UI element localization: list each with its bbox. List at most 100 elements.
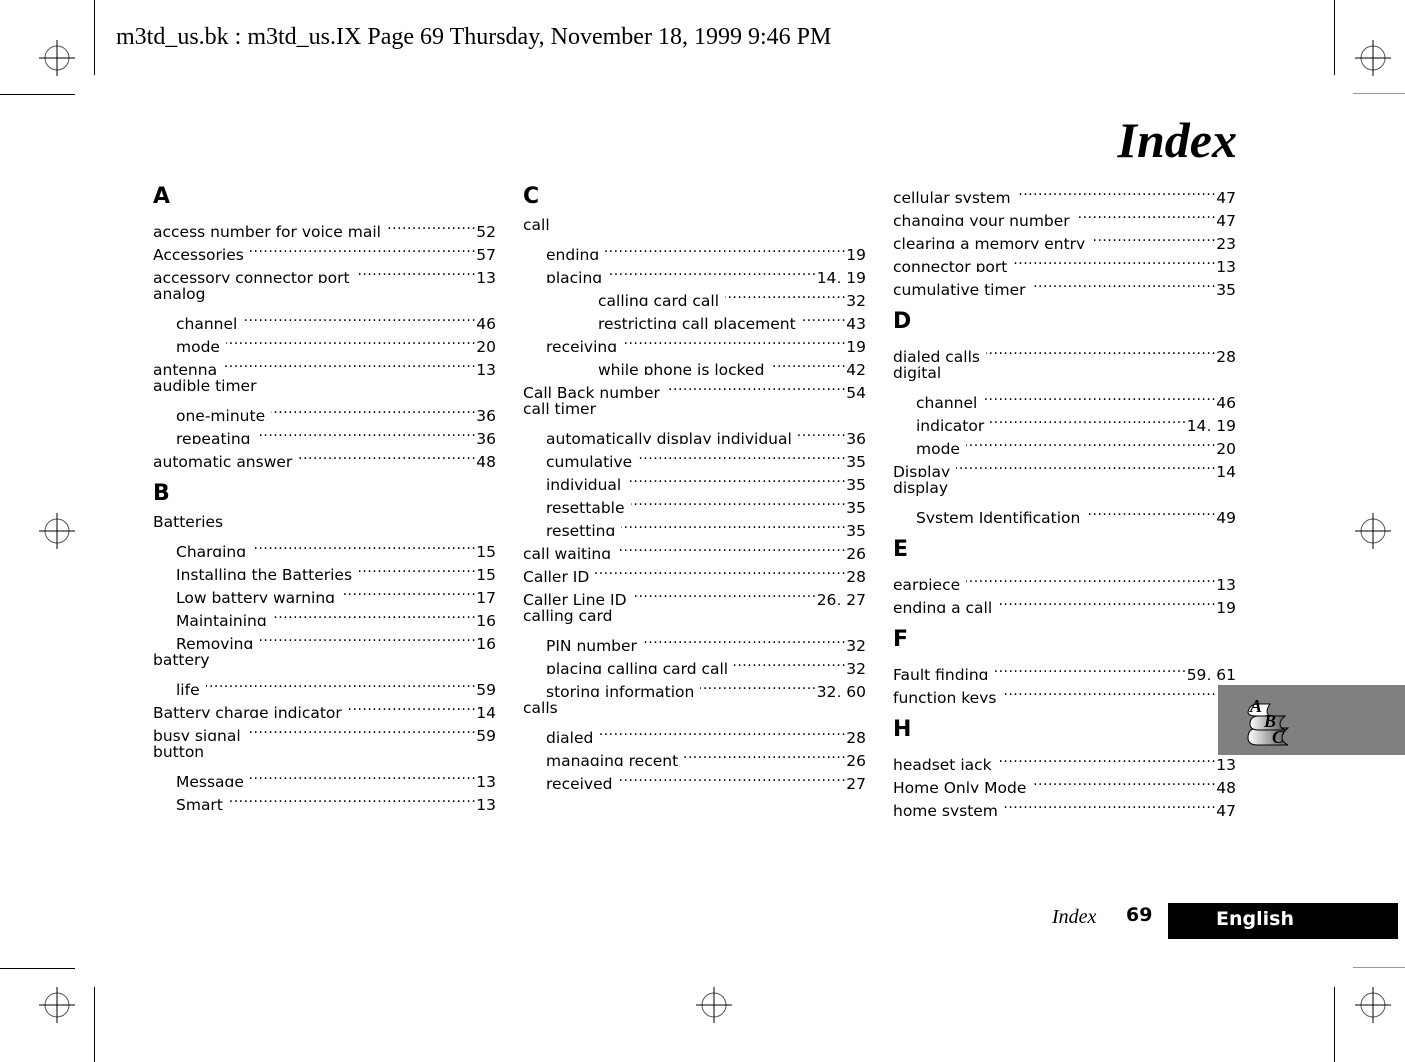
dot-leader [966, 431, 1216, 454]
page-reference: 14 [476, 704, 496, 718]
dot-leader [684, 743, 846, 766]
index-entry: call [523, 214, 866, 237]
page-reference: 46 [1216, 394, 1236, 408]
index-term: resetting [546, 522, 616, 536]
section-letter: B [153, 481, 170, 506]
index-term: one-minute [176, 407, 266, 421]
index-entry: received 27 [523, 766, 866, 789]
index-term: placing calling card call [546, 660, 729, 674]
index-term: home system [893, 802, 998, 816]
index-term: Installing the Batteries [176, 566, 353, 580]
index-entry: changing your number 47 [893, 203, 1236, 226]
page-reference: 32, 60 [816, 683, 866, 697]
page-reference: 23 [1216, 235, 1236, 249]
index-entry: access number for voice mail 52 [153, 214, 496, 237]
dot-leader [358, 557, 476, 580]
crop-mark-bottom-left-vertical [94, 987, 95, 1062]
dot-leader [273, 603, 477, 626]
index-entry: automatic answer 48 [153, 444, 496, 467]
page-reference: 19 [846, 338, 866, 352]
page-reference: 14, 19 [816, 269, 866, 283]
index-term: battery [153, 651, 210, 669]
index-entry: accessory connector port 13 [153, 260, 496, 283]
dot-leader [983, 385, 1216, 408]
index-entry: Charging 15 [153, 534, 496, 557]
page-reference: 32 [846, 660, 866, 674]
index-term: dialed [546, 729, 594, 743]
index-term: analog [153, 285, 206, 303]
registration-mark-icon [39, 513, 75, 549]
page-reference: 13 [1216, 756, 1236, 770]
dot-leader [990, 408, 1186, 431]
dot-leader [605, 237, 846, 260]
dot-leader [348, 695, 476, 718]
index-entry: Caller Line ID 26, 27 [523, 582, 866, 605]
page-reference: 36 [846, 430, 866, 444]
index-term: access number for voice mail [153, 223, 381, 237]
dot-leader [223, 352, 476, 375]
index-entry: Display 14 [893, 454, 1236, 477]
index-entry: while phone is locked 42 [523, 352, 866, 375]
index-entry: button [153, 741, 496, 764]
index-term: accessory connector port [153, 269, 350, 283]
index-term: resettable [546, 499, 625, 513]
index-term: restricting call placement [598, 315, 796, 329]
index-term: dialed calls [893, 348, 980, 362]
index-entry: indicator 14, 19 [893, 408, 1236, 431]
page-reference: 19 [846, 246, 866, 260]
index-entry: PIN number 32 [523, 628, 866, 651]
page-reference: 35 [846, 453, 866, 467]
index-entry: Message 13 [153, 764, 496, 787]
dot-leader [271, 398, 476, 421]
page-reference: 13 [1216, 258, 1236, 272]
page-reference: 13 [476, 269, 496, 283]
index-entry: individual 35 [523, 467, 866, 490]
page-reference: 52 [476, 223, 496, 237]
index-entry: placing 14, 19 [523, 260, 866, 283]
index-entry: ending a call 19 [893, 590, 1236, 613]
page-reference: 13 [476, 796, 496, 810]
registration-mark-icon [1355, 987, 1391, 1023]
index-entry: Installing the Batteries 15 [153, 557, 496, 580]
index-term: digital [893, 364, 942, 382]
page-reference: 19 [1216, 599, 1236, 613]
abc-index-icon: A B C [1247, 696, 1290, 747]
index-term: calls [523, 699, 558, 717]
dot-leader [1091, 226, 1216, 249]
page-reference: 35 [846, 522, 866, 536]
index-term: audible timer [153, 377, 257, 395]
index-term: Accessories [153, 246, 244, 260]
registration-mark-icon [1355, 513, 1391, 549]
index-entry: mode 20 [893, 431, 1236, 454]
page-reference: 47 [1216, 802, 1236, 816]
index-entry: resettable 35 [523, 490, 866, 513]
dot-leader [247, 718, 477, 741]
index-entry: calling card [523, 605, 866, 628]
index-term: Call Back number [523, 384, 660, 398]
dot-leader [666, 375, 846, 398]
svg-text:C: C [1272, 727, 1285, 747]
index-entry: repeating 36 [153, 421, 496, 444]
index-entry: placing calling card call 32 [523, 651, 866, 674]
dot-leader [1002, 680, 1216, 703]
footer-section-name: Index [1052, 906, 1097, 928]
page-reference: 32 [846, 637, 866, 651]
dot-leader [998, 590, 1216, 613]
registration-mark-icon [1355, 40, 1391, 76]
page-reference: 27 [846, 775, 866, 789]
index-term: Charging [176, 543, 247, 557]
index-term: managing recent [546, 752, 679, 766]
page-reference: 20 [1216, 440, 1236, 454]
page-reference: 13 [476, 361, 496, 375]
page-reference: 14 [1216, 463, 1236, 477]
dot-leader [623, 329, 846, 352]
dot-leader [1076, 203, 1217, 226]
index-entry: dialed 28 [523, 720, 866, 743]
index-term: Batteries [153, 513, 224, 531]
section-letter: D [893, 309, 912, 334]
index-term: changing your number [893, 212, 1070, 226]
dot-leader [966, 567, 1216, 590]
index-entry: cumulative 35 [523, 444, 866, 467]
page-reference: 59 [476, 727, 496, 741]
index-term: Caller ID [523, 568, 590, 582]
